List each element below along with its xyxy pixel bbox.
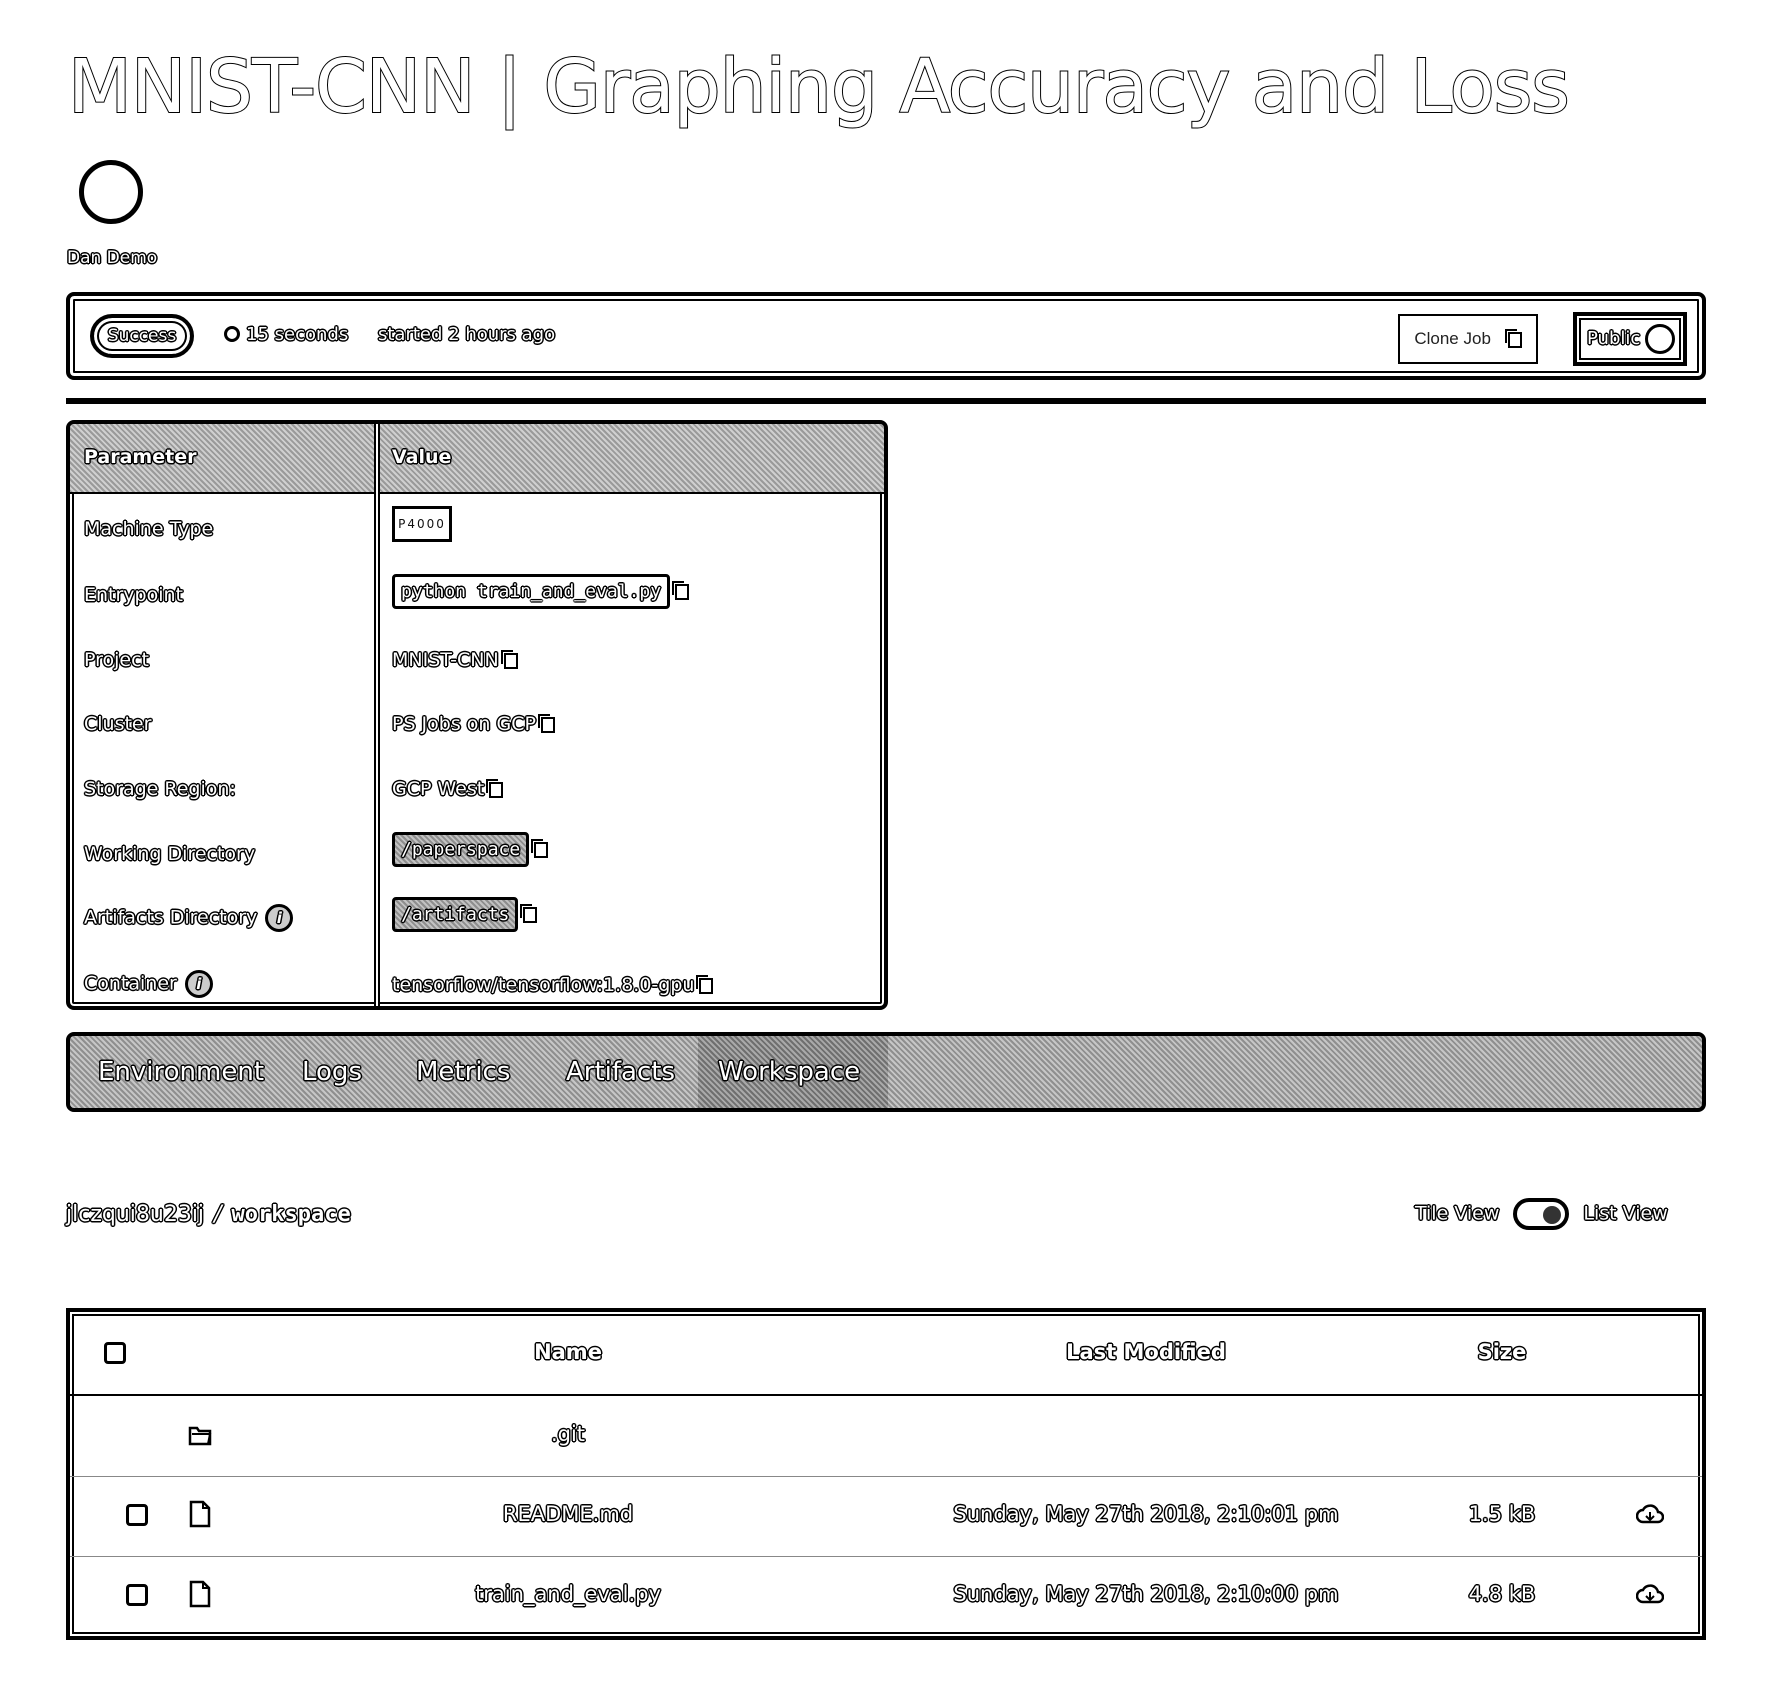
files-table: Name Last Modified Size .git README.md S… — [66, 1308, 1706, 1640]
avatar[interactable] — [79, 160, 143, 224]
container-label: Container — [84, 972, 177, 995]
file-name[interactable]: .git — [551, 1422, 585, 1446]
file-icon — [189, 1580, 211, 1608]
param-value-artifacts-directory: /artifacts — [392, 897, 538, 932]
col-size[interactable]: Size — [1478, 1340, 1527, 1364]
param-key-artifacts: Artifacts Directory i — [84, 904, 294, 932]
duration-text: 15 seconds — [246, 324, 349, 345]
table-row[interactable]: .git — [70, 1396, 1702, 1477]
page-title: MNIST-CNN | Graphing Accuracy and Loss — [67, 43, 1571, 131]
row-checkbox[interactable] — [126, 1584, 148, 1606]
cluster-value: PS Jobs on GCP — [392, 713, 536, 735]
copy-icon[interactable] — [500, 649, 518, 669]
param-key: Entrypoint — [84, 584, 184, 606]
file-modified: Sunday, May 27th 2018, 2:10:00 pm — [953, 1582, 1339, 1606]
clone-job-button[interactable]: Clone Job — [1398, 314, 1538, 364]
list-view-label[interactable]: List View — [1583, 1203, 1667, 1225]
visibility-toggle[interactable]: Public — [1573, 312, 1687, 366]
parameters-table: Parameter Value Machine Type P4000 Entry… — [66, 420, 888, 1010]
project-name: MNIST-CNN — [67, 43, 476, 131]
copy-icon[interactable] — [486, 778, 504, 798]
file-name[interactable]: train_and_eval.py — [475, 1582, 661, 1606]
folder-icon — [188, 1426, 212, 1446]
col-parameter: Parameter — [84, 446, 197, 468]
col-last-modified[interactable]: Last Modified — [1066, 1340, 1226, 1364]
select-all-checkbox[interactable] — [104, 1342, 126, 1364]
machine-type-badge: P4000 — [392, 506, 452, 542]
breadcrumb-folder: workspace — [231, 1202, 351, 1227]
param-value-project: MNIST-CNN — [392, 649, 518, 671]
toggle-knob-icon — [1645, 324, 1675, 354]
status-badge: Success — [90, 314, 194, 358]
table-row[interactable]: README.md Sunday, May 27th 2018, 2:10:01… — [70, 1476, 1702, 1557]
files-header: Name Last Modified Size — [70, 1312, 1702, 1396]
clock-icon — [224, 326, 240, 342]
row-checkbox[interactable] — [126, 1504, 148, 1526]
cloud-download-icon[interactable] — [1636, 1502, 1664, 1526]
column-separator — [374, 424, 380, 1006]
copy-icon[interactable] — [537, 713, 555, 733]
col-name[interactable]: Name — [534, 1340, 602, 1364]
view-switch[interactable] — [1513, 1198, 1570, 1230]
tab-workspace[interactable]: Workspace — [698, 1036, 889, 1108]
artifacts-directory-code: /artifacts — [392, 897, 519, 932]
working-directory-code: /paperspace — [392, 832, 530, 867]
param-key: Cluster — [84, 713, 152, 735]
breadcrumb: jlczqui8u23ij / workspace — [66, 1202, 351, 1227]
started-time: started 2 hours ago — [378, 324, 556, 345]
title-separator: | — [496, 43, 523, 131]
clone-icon — [1504, 328, 1522, 348]
tab-artifacts[interactable]: Artifacts — [566, 1036, 675, 1108]
file-icon — [189, 1500, 211, 1528]
artifacts-directory-label: Artifacts Directory — [84, 906, 258, 929]
table-row[interactable]: train_and_eval.py Sunday, May 27th 2018,… — [70, 1556, 1702, 1636]
view-toggle: Tile View List View — [1415, 1198, 1668, 1230]
section-divider — [66, 398, 1706, 404]
param-key-container: Container i — [84, 970, 213, 998]
job-tabs: Environment Logs Metrics Artifacts Works… — [66, 1032, 1706, 1112]
copy-icon[interactable] — [672, 580, 690, 600]
col-value: Value — [392, 446, 452, 468]
job-status-bar: Success 15 seconds started 2 hours ago C… — [66, 292, 1706, 380]
copy-icon[interactable] — [696, 974, 714, 994]
clone-job-label: Clone Job — [1414, 329, 1491, 348]
info-icon[interactable]: i — [184, 970, 213, 998]
project-value: MNIST-CNN — [392, 649, 499, 671]
param-key: Machine Type — [84, 518, 214, 540]
owner-name: Dan Demo — [67, 248, 158, 268]
param-value-storage-region: GCP West — [392, 778, 504, 800]
file-name[interactable]: README.md — [503, 1502, 633, 1526]
container-value: tensorflow/tensorflow:1.8.0-gpu — [392, 974, 695, 996]
storage-region-value: GCP West — [392, 778, 485, 800]
tab-metrics[interactable]: Metrics — [416, 1036, 510, 1108]
visibility-label: Public — [1587, 328, 1641, 349]
param-key: Storage Region: — [84, 778, 236, 800]
cloud-download-icon[interactable] — [1636, 1582, 1664, 1606]
file-size: 4.8 kB — [1468, 1582, 1536, 1606]
job-duration: 15 seconds — [224, 324, 348, 345]
breadcrumb-job-id[interactable]: jlczqui8u23ij — [66, 1202, 204, 1227]
copy-icon[interactable] — [531, 838, 549, 858]
param-key: Working Directory — [84, 843, 256, 865]
tab-logs[interactable]: Logs — [302, 1036, 362, 1108]
param-value-entrypoint: python train_and_eval.py — [392, 574, 690, 609]
param-value-machine-type: P4000 — [392, 506, 452, 542]
param-value-container: tensorflow/tensorflow:1.8.0-gpu — [392, 974, 714, 996]
entrypoint-code: python train_and_eval.py — [392, 574, 671, 609]
file-size: 1.5 kB — [1468, 1502, 1536, 1526]
tab-environment[interactable]: Environment — [98, 1036, 288, 1108]
param-value-working-directory: /paperspace — [392, 832, 549, 867]
file-modified: Sunday, May 27th 2018, 2:10:01 pm — [953, 1502, 1339, 1526]
copy-icon[interactable] — [520, 903, 538, 923]
tile-view-label[interactable]: Tile View — [1415, 1203, 1499, 1225]
param-key: Project — [84, 649, 150, 671]
job-name: Graphing Accuracy and Loss — [542, 43, 1570, 131]
breadcrumb-separator: / — [214, 1202, 222, 1227]
param-value-cluster: PS Jobs on GCP — [392, 713, 555, 735]
info-icon[interactable]: i — [265, 904, 294, 932]
